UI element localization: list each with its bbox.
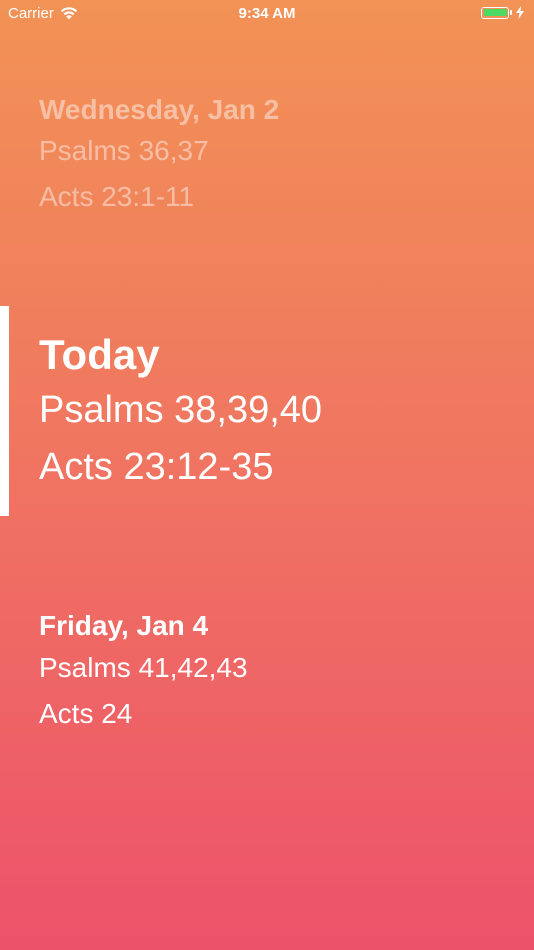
reading-day-today[interactable]: Today Psalms 38,39,40 Acts 23:12-35 — [39, 328, 322, 496]
passage-psalms: Psalms 38,39,40 — [39, 389, 323, 431]
reading-day-previous[interactable]: Wednesday, Jan 2 Psalms 36,37 Acts 23:1-… — [39, 92, 279, 220]
passage-acts: Acts 23:1-11 — [39, 181, 195, 212]
passage-acts: Acts 24 — [39, 698, 133, 729]
battery-icon — [481, 6, 509, 19]
reading-day-next[interactable]: Friday, Jan 4 Psalms 41,42,43 Acts 24 — [39, 607, 248, 737]
passage-acts: Acts 23:12-35 — [39, 446, 274, 488]
passage-psalms: Psalms 41,42,43 — [39, 652, 248, 683]
battery-indicator — [481, 6, 524, 19]
charging-bolt-icon — [516, 6, 524, 19]
status-time: 9:34 AM — [238, 5, 296, 22]
status-bar: Carrier 9:34 AM — [0, 0, 534, 28]
day-heading: Wednesday, Jan 2 — [39, 94, 280, 125]
day-heading: Today — [39, 331, 160, 378]
battery-cap — [510, 10, 512, 15]
day-heading: Friday, Jan 4 — [39, 610, 209, 641]
battery-fill — [483, 9, 507, 16]
passage-psalms: Psalms 36,37 — [39, 135, 209, 166]
today-indicator-bar — [0, 306, 9, 516]
